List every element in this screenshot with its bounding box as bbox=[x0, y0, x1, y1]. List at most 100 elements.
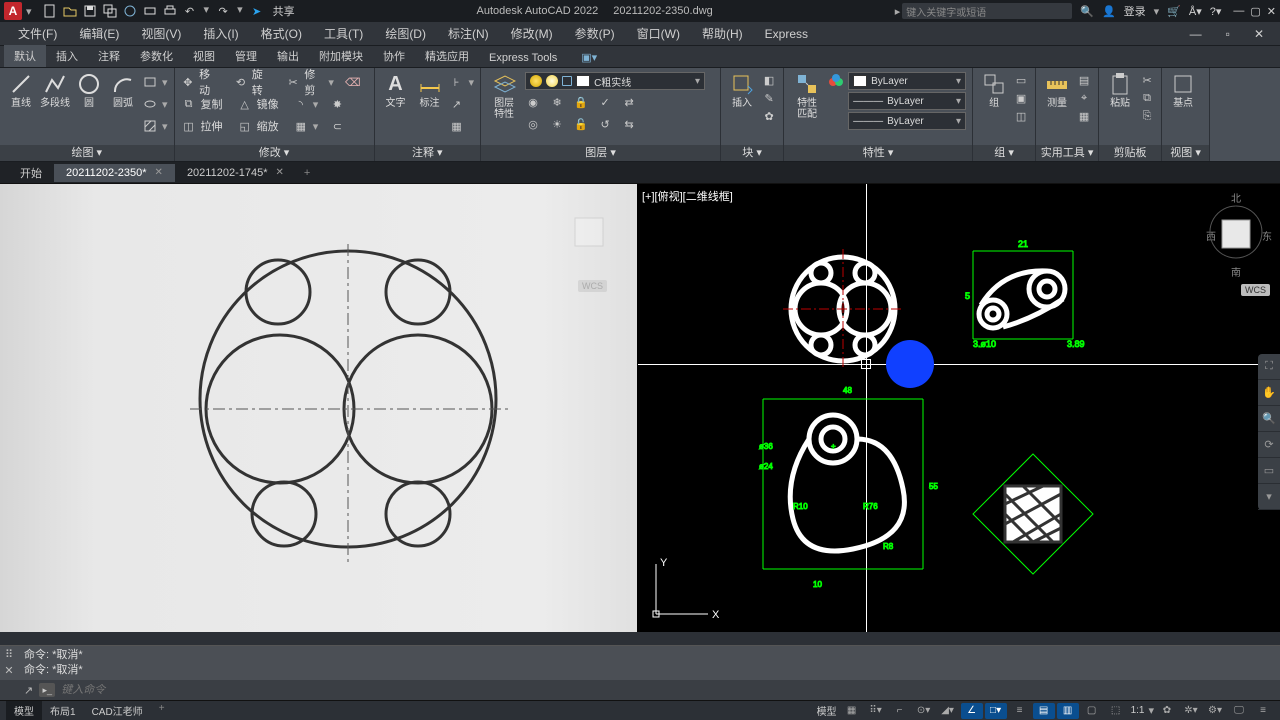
explode-icon[interactable]: ✸ bbox=[329, 96, 345, 112]
panel-block-title[interactable]: 块 ▾ bbox=[721, 145, 783, 161]
circle-button[interactable]: 圆 bbox=[74, 70, 104, 109]
app-logo[interactable]: A bbox=[4, 2, 22, 20]
line-button[interactable]: 直线 bbox=[6, 70, 36, 109]
scale-display[interactable]: 1:1 bbox=[1129, 705, 1147, 716]
app-menu-arrow[interactable]: ▾ bbox=[24, 5, 34, 18]
menu-dim[interactable]: 标注(N) bbox=[438, 22, 499, 45]
menu-draw[interactable]: 绘图(D) bbox=[375, 22, 436, 45]
tab-addins[interactable]: 附加模块 bbox=[309, 45, 373, 67]
erase-icon[interactable]: ⌫ bbox=[345, 74, 361, 90]
transp-icon[interactable]: ▤ bbox=[1033, 703, 1055, 719]
layulk-icon[interactable]: 🔓 bbox=[573, 116, 589, 132]
fillet-icon[interactable]: ◝ bbox=[293, 96, 309, 112]
panel-group-title[interactable]: 组 ▾ bbox=[973, 145, 1035, 161]
laymch-icon[interactable]: ⇄ bbox=[621, 94, 637, 110]
otrack-icon[interactable]: □▾ bbox=[985, 703, 1007, 719]
text-button[interactable]: A文字 bbox=[381, 70, 411, 109]
layout-add[interactable]: + bbox=[151, 701, 173, 720]
undo-dd[interactable]: ▾ bbox=[202, 3, 212, 19]
layout-teacher[interactable]: CAD江老师 bbox=[84, 701, 151, 720]
match-props-button[interactable]: 特性 匹配 bbox=[790, 70, 824, 120]
edit-block-icon[interactable]: ✎ bbox=[761, 90, 777, 106]
tab-output[interactable]: 输出 bbox=[267, 45, 309, 67]
tab-start[interactable]: 开始 bbox=[8, 162, 54, 184]
menu-express[interactable]: Express bbox=[755, 24, 818, 44]
send-icon[interactable]: ➤ bbox=[249, 3, 265, 19]
osnap-icon[interactable]: ∠ bbox=[961, 703, 983, 719]
layout-model[interactable]: 模型 bbox=[6, 701, 42, 720]
redo-icon[interactable]: ↷ bbox=[215, 3, 231, 19]
close-icon[interactable]: ✕ bbox=[1267, 5, 1276, 18]
layfrz-icon[interactable]: 🔒 bbox=[573, 94, 589, 110]
save-icon[interactable] bbox=[82, 3, 98, 19]
attr-icon[interactable]: ✿ bbox=[761, 108, 777, 124]
hatch-icon[interactable] bbox=[142, 118, 158, 134]
dyn-icon[interactable]: ▥ bbox=[1057, 703, 1079, 719]
leader-icon[interactable]: ↗ bbox=[449, 96, 465, 112]
menu-modify[interactable]: 修改(M) bbox=[501, 22, 563, 45]
cmd-prompt-icon[interactable]: ▸_ bbox=[39, 683, 55, 697]
copy-icon[interactable]: ⧉ bbox=[181, 96, 197, 112]
user-icon[interactable]: 👤 bbox=[1102, 5, 1116, 18]
lw-icon[interactable]: ≡ bbox=[1009, 703, 1031, 719]
paste-button[interactable]: 粘贴 bbox=[1105, 70, 1135, 109]
undo-icon[interactable]: ↶ bbox=[182, 3, 198, 19]
3d-icon[interactable]: ⬚ bbox=[1105, 703, 1127, 719]
layer-combo[interactable]: C粗实线 ▾ bbox=[525, 72, 705, 90]
color-combo[interactable]: ByLayer▾ bbox=[848, 72, 966, 90]
web-icon[interactable] bbox=[122, 3, 138, 19]
doc-close-icon[interactable]: ✕ bbox=[1244, 24, 1274, 44]
ungroup-icon[interactable]: ▭ bbox=[1013, 72, 1029, 88]
polar-icon[interactable]: ⊙▾ bbox=[913, 703, 935, 719]
status-model[interactable]: 模型 bbox=[815, 703, 839, 718]
signin-button[interactable]: 登录 bbox=[1124, 3, 1146, 19]
tab-express[interactable]: Express Tools bbox=[479, 49, 567, 67]
menu-edit[interactable]: 编辑(E) bbox=[69, 22, 129, 45]
monitor-icon[interactable]: 🖵 bbox=[1228, 703, 1250, 719]
ribbon-overflow-icon[interactable]: ▣▾ bbox=[571, 48, 607, 67]
nav-dd-icon[interactable]: ▾ bbox=[1258, 484, 1280, 510]
rotate-icon[interactable]: ⟲ bbox=[233, 74, 248, 90]
new-icon[interactable] bbox=[42, 3, 58, 19]
tab-manage[interactable]: 管理 bbox=[225, 45, 267, 67]
layer-props-button[interactable]: 图层 特性 bbox=[487, 70, 521, 120]
redo-dd[interactable]: ▾ bbox=[235, 3, 245, 19]
viewcube[interactable]: 北 西 东 南 bbox=[1200, 192, 1272, 278]
help-icon[interactable]: ?▾ bbox=[1210, 5, 1222, 18]
group-button[interactable]: 组 bbox=[979, 70, 1009, 109]
tab-default[interactable]: 默认 bbox=[4, 45, 46, 67]
base-button[interactable]: 基点 bbox=[1168, 70, 1198, 109]
close-tab-icon[interactable]: ✕ bbox=[275, 167, 283, 178]
viewport-left[interactable]: WCS bbox=[0, 184, 638, 632]
panel-clip-title[interactable]: 剪贴板 bbox=[1099, 145, 1161, 161]
menu-help[interactable]: 帮助(H) bbox=[692, 22, 753, 45]
laythw-icon[interactable]: ☀ bbox=[549, 116, 565, 132]
cmd-grip-icon[interactable]: ⠿ bbox=[2, 648, 16, 662]
open-icon[interactable] bbox=[62, 3, 78, 19]
autodesk-icon[interactable]: Å▾ bbox=[1189, 5, 1202, 18]
menu-view[interactable]: 视图(V) bbox=[131, 22, 191, 45]
groupedit-icon[interactable]: ▣ bbox=[1013, 90, 1029, 106]
cmd-recent-icon[interactable]: ↗ bbox=[24, 684, 33, 697]
polyline-button[interactable]: 多段线 bbox=[40, 70, 70, 109]
arc-button[interactable]: 圆弧 bbox=[108, 70, 138, 109]
ws-icon[interactable]: ⚙▾ bbox=[1204, 703, 1226, 719]
move-icon[interactable]: ✥ bbox=[181, 74, 196, 90]
panel-layer-title[interactable]: 图层 ▾ bbox=[481, 145, 720, 161]
orbit-icon[interactable]: ⟳ bbox=[1258, 432, 1280, 458]
panel-annot-title[interactable]: 注释 ▾ bbox=[375, 145, 481, 161]
panel-modify-title[interactable]: 修改 ▾ bbox=[175, 145, 374, 161]
bylayer-color-icon[interactable] bbox=[828, 74, 844, 90]
grid-icon[interactable]: ▦ bbox=[841, 703, 863, 719]
iso-icon[interactable]: ◢▾ bbox=[937, 703, 959, 719]
panel-draw-title[interactable]: 绘图 ▾ bbox=[0, 145, 174, 161]
lt-combo[interactable]: ———ByLayer▾ bbox=[848, 112, 966, 130]
quicksel-icon[interactable]: ⌖ bbox=[1076, 90, 1092, 106]
layout-1[interactable]: 布局1 bbox=[42, 701, 84, 720]
menu-param[interactable]: 参数(P) bbox=[565, 22, 625, 45]
rect-icon[interactable] bbox=[142, 74, 158, 90]
layprev-icon[interactable]: ↺ bbox=[597, 116, 613, 132]
mirror-icon[interactable]: △ bbox=[237, 96, 253, 112]
layon-icon[interactable]: ◎ bbox=[525, 116, 541, 132]
sel-cycle-icon[interactable]: ▢ bbox=[1081, 703, 1103, 719]
